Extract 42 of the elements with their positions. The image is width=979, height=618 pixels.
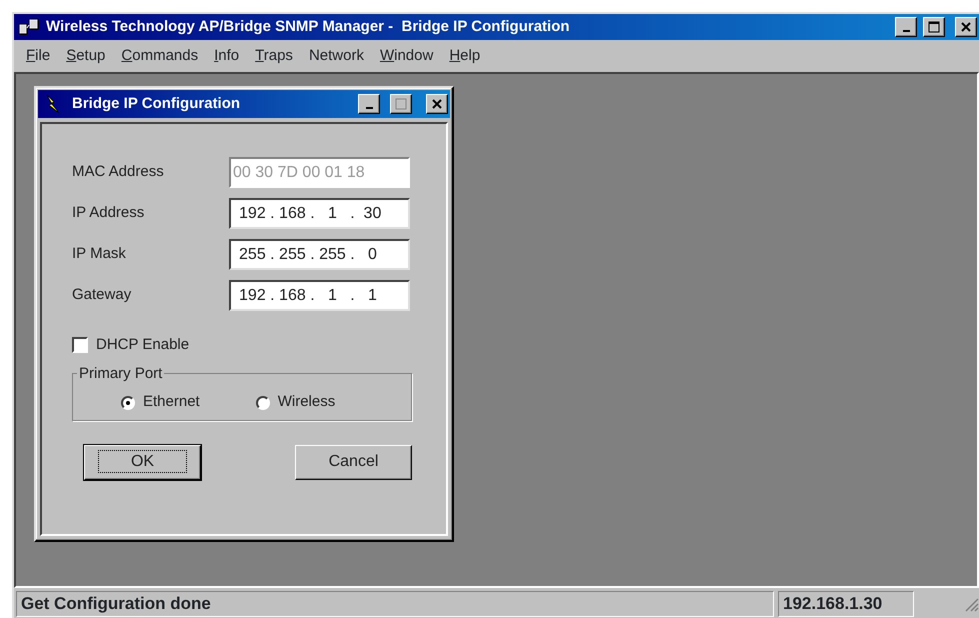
cancel-button[interactable]: Cancel (295, 444, 412, 480)
menu-item[interactable]: Network (300, 44, 372, 68)
menu-item[interactable]: Info (206, 44, 248, 68)
minimize-button[interactable] (895, 17, 917, 37)
menu-item[interactable]: Setup (58, 44, 114, 68)
status-message: Get Configuration done (16, 591, 774, 617)
resize-grip-icon[interactable] (963, 596, 979, 612)
field-label: IP Mask (72, 244, 127, 264)
input-field[interactable]: 192 . 168 . 1 . 30 (229, 198, 410, 229)
input-field[interactable]: 192 . 168 . 1 . 1 (229, 280, 410, 311)
input-field[interactable]: 255 . 255 . 255 . 0 (229, 239, 410, 270)
maximize-button[interactable] (390, 94, 412, 114)
lightning-icon (44, 94, 62, 114)
menu-item[interactable]: Commands (113, 44, 206, 68)
maximize-icon (395, 98, 407, 110)
radio-label: Ethernet (143, 392, 200, 412)
menu-item[interactable]: Window (372, 44, 442, 68)
menu-item[interactable]: File (18, 44, 58, 68)
radio-button[interactable] (256, 396, 270, 410)
dialog-title: Bridge IP Configuration (72, 94, 242, 114)
window-title: Wireless Technology AP/Bridge SNMP Manager - Bridge IP Configuration (46, 16, 571, 37)
maximize-button[interactable] (923, 17, 945, 37)
close-icon (961, 22, 971, 32)
network-icon (18, 18, 40, 36)
close-button[interactable] (426, 94, 448, 114)
close-icon (432, 99, 442, 109)
ok-button[interactable]: OK (84, 444, 201, 480)
minimize-icon (366, 107, 372, 109)
checkbox-label: DHCP Enable (96, 335, 190, 355)
minimize-button[interactable] (358, 94, 380, 114)
field-label: MAC Address (72, 162, 165, 182)
menu-item[interactable]: Traps (247, 44, 301, 68)
radio-button[interactable] (121, 396, 135, 410)
status-address: 192.168.1.30 (778, 591, 914, 617)
checkbox[interactable] (72, 337, 88, 354)
close-button[interactable] (955, 17, 977, 37)
minimize-icon (902, 30, 910, 32)
menu-item[interactable]: Help (441, 44, 488, 68)
radio-label: Wireless (278, 392, 336, 412)
field-label: Gateway (72, 285, 132, 306)
maximize-icon (928, 21, 940, 33)
field-label: IP Address (72, 203, 146, 224)
